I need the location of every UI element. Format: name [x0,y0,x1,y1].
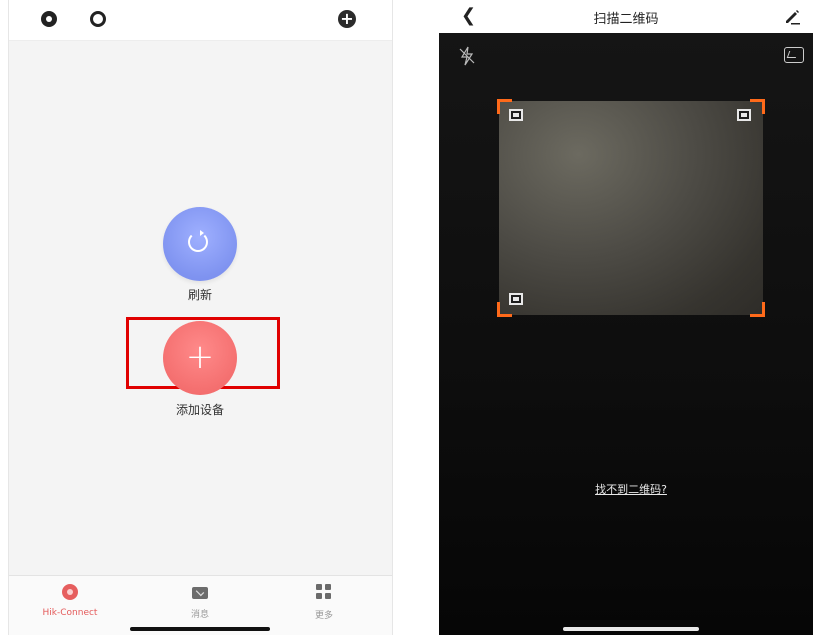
camera-icon[interactable] [41,11,57,27]
add-device-button[interactable]: + [163,321,237,395]
scan-frame [497,99,765,317]
top-bar: + [9,0,392,41]
flash-off-icon[interactable] [458,46,476,66]
corner-marker [750,302,765,317]
add-circle-icon[interactable]: + [338,10,356,28]
plus-icon: + [185,337,215,377]
refresh-icon [188,230,208,252]
refresh-label: 刷新 [187,288,212,302]
refresh-button[interactable] [163,207,237,281]
tab-hik-connect[interactable]: Hik-Connect [25,584,115,618]
qr-finder-pattern [509,109,523,121]
grid-icon [316,584,332,600]
hik-connect-icon [62,584,78,600]
home-screen: + 刷新 + 添加设备 Hik-Connect 消息 更多 [8,0,393,635]
qr-finder-pattern [737,109,751,121]
tab-more[interactable]: 更多 [279,584,369,621]
mail-icon [192,587,208,599]
add-device-label: 添加设备 [175,403,224,417]
home-indicator [130,627,270,631]
scan-screen: ❮ 扫描二维码 找不到二维码? [439,0,813,635]
tab-label: Hik-Connect [42,608,98,618]
tab-messages[interactable]: 消息 [155,584,245,620]
tab-label: 消息 [190,610,209,620]
tab-label: 更多 [314,611,333,621]
top-bar: ❮ 扫描二维码 [439,0,813,33]
corner-marker [750,99,765,114]
pencil-icon[interactable] [783,7,801,25]
cannot-find-qr-link[interactable]: 找不到二维码? [439,481,813,497]
qr-finder-pattern [509,293,523,305]
image-icon[interactable] [784,47,804,63]
page-title: 扫描二维码 [593,12,659,27]
tab-bar: Hik-Connect 消息 更多 [9,575,392,635]
ring-icon[interactable] [90,11,106,27]
home-indicator [563,627,699,631]
